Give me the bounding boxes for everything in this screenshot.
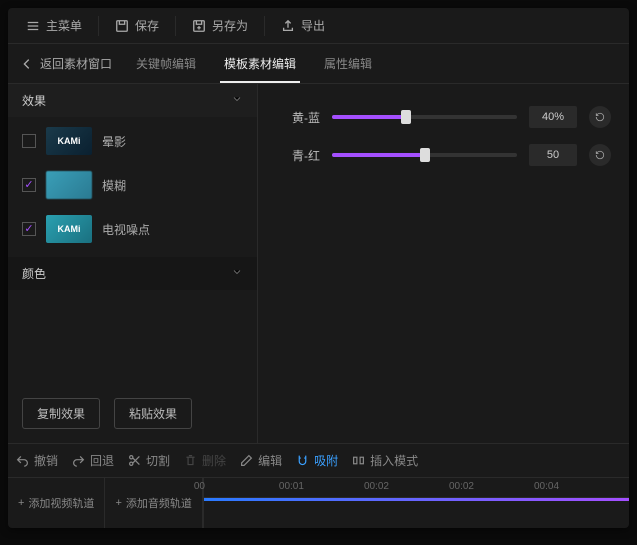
chevron-left-icon xyxy=(20,57,34,71)
reset-button[interactable] xyxy=(589,106,611,128)
effect-thumb: KAMi xyxy=(46,215,92,243)
effect-thumb xyxy=(46,171,92,199)
timeline-ruler[interactable]: 00 00:01 00:02 00:02 00:04 xyxy=(204,478,629,528)
save-label: 保存 xyxy=(135,17,159,34)
slider-fill xyxy=(332,153,425,157)
save-as-icon xyxy=(192,19,206,33)
effect-label: 晕影 xyxy=(102,133,126,150)
divider xyxy=(264,16,265,36)
copy-effect-button[interactable]: 复制效果 xyxy=(22,398,100,429)
paste-effect-button[interactable]: 粘贴效果 xyxy=(114,398,192,429)
plus-icon: + xyxy=(115,497,121,509)
slider-yellow-blue[interactable] xyxy=(332,115,517,119)
checkbox[interactable] xyxy=(22,178,36,192)
divider xyxy=(175,16,176,36)
hamburger-icon xyxy=(26,19,40,33)
slider-handle[interactable] xyxy=(420,148,430,162)
edit-button[interactable]: 编辑 xyxy=(240,452,282,469)
effect-item-tvnoise[interactable]: KAMi 电视噪点 xyxy=(16,211,249,247)
trash-icon xyxy=(184,454,197,467)
color-title: 颜色 xyxy=(22,265,46,282)
save-as-button[interactable]: 另存为 xyxy=(182,11,258,40)
insert-icon xyxy=(352,454,365,467)
redo-button[interactable]: 回退 xyxy=(72,452,114,469)
add-audio-track-button[interactable]: + 添加音频轨道 xyxy=(105,478,202,528)
cut-button[interactable]: 切割 xyxy=(128,452,170,469)
color-section-header[interactable]: 颜色 xyxy=(8,257,257,290)
redo-icon xyxy=(72,454,85,467)
export-button[interactable]: 导出 xyxy=(271,11,335,40)
back-label: 返回素材窗口 xyxy=(40,55,112,72)
delete-button: 删除 xyxy=(184,452,226,469)
checkbox[interactable] xyxy=(22,134,36,148)
effect-thumb: KAMi xyxy=(46,127,92,155)
save-as-label: 另存为 xyxy=(212,17,248,34)
tab-keyframe[interactable]: 关键帧编辑 xyxy=(132,45,200,82)
divider xyxy=(98,16,99,36)
chevron-down-icon xyxy=(231,93,243,108)
value-cyan-red[interactable]: 50 xyxy=(529,144,577,166)
main-menu-label: 主菜单 xyxy=(46,17,82,34)
chevron-down-icon xyxy=(231,266,243,281)
undo-button[interactable]: 撤销 xyxy=(16,452,58,469)
pencil-icon xyxy=(240,454,253,467)
value-yellow-blue[interactable]: 40% xyxy=(529,106,577,128)
prop-label-cyan-red: 青-红 xyxy=(276,147,320,164)
effect-item-blur[interactable]: 模糊 xyxy=(16,167,249,203)
export-label: 导出 xyxy=(301,17,325,34)
tab-property[interactable]: 属性编辑 xyxy=(320,45,376,82)
scissors-icon xyxy=(128,454,141,467)
reset-button[interactable] xyxy=(589,144,611,166)
undo-icon xyxy=(16,454,29,467)
plus-icon: + xyxy=(18,497,24,509)
effect-label: 电视噪点 xyxy=(102,221,150,238)
save-icon xyxy=(115,19,129,33)
add-video-track-button[interactable]: + 添加视频轨道 xyxy=(8,478,105,528)
effect-item-vignette[interactable]: KAMi 晕影 xyxy=(16,123,249,159)
main-menu-button[interactable]: 主菜单 xyxy=(16,11,92,40)
prop-label-yellow-blue: 黄-蓝 xyxy=(276,109,320,126)
timeline-strip xyxy=(204,498,629,501)
snap-button[interactable]: 吸附 xyxy=(296,452,338,469)
effect-label: 模糊 xyxy=(102,177,126,194)
slider-cyan-red[interactable] xyxy=(332,153,517,157)
effects-section-header[interactable]: 效果 xyxy=(8,84,257,117)
checkbox[interactable] xyxy=(22,222,36,236)
export-icon xyxy=(281,19,295,33)
magnet-icon xyxy=(296,454,309,467)
slider-fill xyxy=(332,115,406,119)
slider-handle[interactable] xyxy=(401,110,411,124)
save-button[interactable]: 保存 xyxy=(105,11,169,40)
effects-title: 效果 xyxy=(22,92,46,109)
back-button[interactable]: 返回素材窗口 xyxy=(20,55,112,72)
insert-mode-button[interactable]: 插入模式 xyxy=(352,452,418,469)
tab-template[interactable]: 模板素材编辑 xyxy=(220,45,300,82)
